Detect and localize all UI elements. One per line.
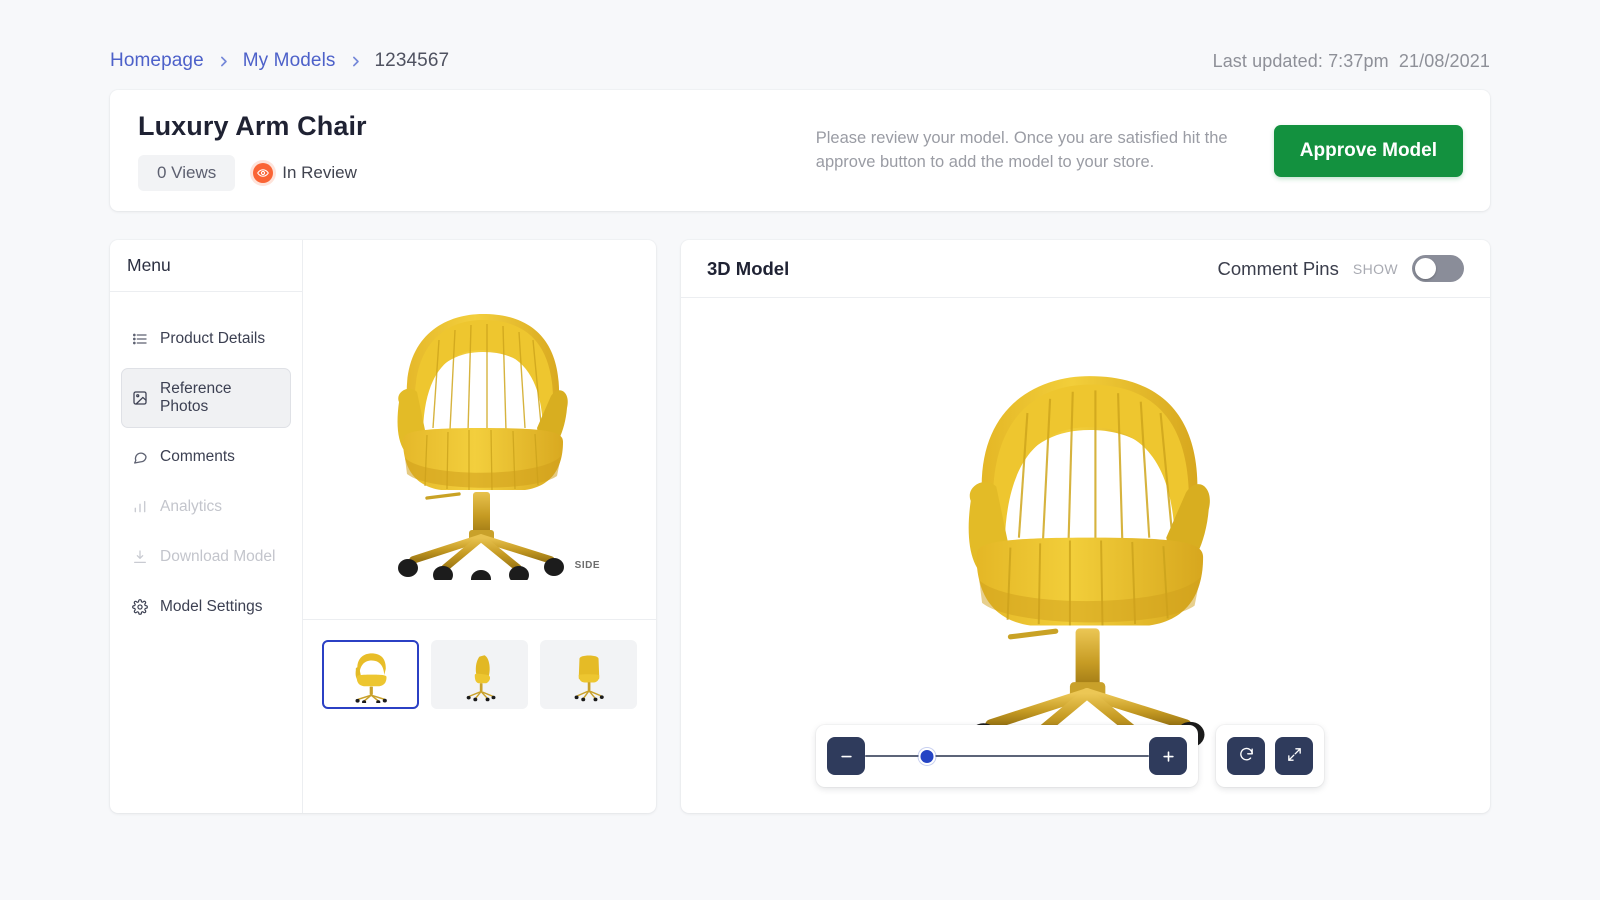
sidebar-item-model-settings[interactable]: Model Settings bbox=[121, 586, 291, 628]
model-viewer-card: 3D Model Comment Pins SHOW bbox=[681, 240, 1490, 813]
model-header-right: Please review your model. Once you are s… bbox=[815, 124, 1463, 177]
model-header-card: Luxury Arm Chair 0 Views In Review Pleas… bbox=[110, 90, 1490, 211]
image-icon bbox=[131, 390, 148, 407]
viewer-tools-group bbox=[1216, 725, 1324, 787]
chair-photo-image bbox=[397, 313, 568, 580]
breadcrumb-item-my-models[interactable]: My Models bbox=[243, 50, 336, 72]
photo-watermark: SIDE bbox=[574, 560, 600, 571]
sidebar: Menu Product Details Reference Photos Co… bbox=[110, 240, 303, 813]
chevron-right-icon-2 bbox=[349, 55, 362, 68]
zoom-slider-track bbox=[865, 755, 1149, 757]
list-icon bbox=[131, 331, 148, 348]
status-badge: In Review bbox=[253, 162, 357, 183]
breadcrumb: Homepage My Models 1234567 bbox=[110, 50, 449, 72]
comment-icon bbox=[131, 449, 148, 466]
reference-photo-main[interactable]: SIDE bbox=[303, 240, 656, 620]
sidebar-item-label: Product Details bbox=[160, 330, 266, 347]
eye-icon bbox=[253, 162, 274, 183]
breadcrumb-item-model-id: 1234567 bbox=[374, 50, 450, 71]
sidebar-heading: Menu bbox=[110, 240, 302, 292]
reset-view-button[interactable] bbox=[1227, 737, 1265, 775]
thumbnail-1[interactable] bbox=[322, 640, 419, 709]
download-icon bbox=[131, 549, 148, 566]
thumbnail-image-1 bbox=[355, 652, 387, 703]
model-3d-render bbox=[968, 376, 1210, 753]
sidebar-item-reference-photos[interactable]: Reference Photos bbox=[121, 368, 291, 428]
sidebar-item-label: Download Model bbox=[160, 548, 276, 565]
thumbnail-image-3 bbox=[574, 655, 604, 701]
top-bar: Homepage My Models 1234567 Last updated:… bbox=[110, 44, 1490, 78]
viewer-title: 3D Model bbox=[707, 257, 790, 279]
last-updated-text: Last updated: 7:37pm 21/08/2021 bbox=[1212, 50, 1490, 71]
zoom-slider-group bbox=[816, 725, 1198, 787]
sidebar-item-label: Comments bbox=[160, 448, 235, 465]
reference-photos-card: Menu Product Details Reference Photos Co… bbox=[110, 240, 656, 813]
sidebar-item-label: Model Settings bbox=[160, 598, 263, 615]
zoom-out-button[interactable] bbox=[827, 737, 865, 775]
model-meta-row: 0 Views In Review bbox=[138, 154, 367, 191]
thumbnail-image-2 bbox=[466, 654, 495, 701]
comment-pins-label: Comment Pins bbox=[1217, 257, 1339, 279]
reference-photo-thumbnails bbox=[303, 620, 656, 729]
comment-pins-toggle[interactable] bbox=[1412, 255, 1464, 282]
zoom-slider[interactable] bbox=[865, 737, 1149, 775]
thumbnail-3[interactable] bbox=[540, 640, 637, 709]
sidebar-item-download-model: Download Model bbox=[121, 536, 291, 578]
zoom-in-button[interactable] bbox=[1149, 737, 1187, 775]
sidebar-item-label: Analytics bbox=[160, 498, 223, 515]
page-title: Luxury Arm Chair bbox=[138, 110, 367, 141]
views-badge: 0 Views bbox=[138, 154, 236, 191]
breadcrumb-item-homepage[interactable]: Homepage bbox=[110, 50, 204, 72]
zoom-slider-thumb[interactable] bbox=[918, 747, 936, 765]
approve-model-button[interactable]: Approve Model bbox=[1273, 124, 1463, 177]
sidebar-menu-list: Product Details Reference Photos Comment… bbox=[110, 292, 302, 628]
reference-photo-panel: SIDE bbox=[303, 240, 656, 813]
viewer-controls bbox=[816, 725, 1324, 787]
model-header-left: Luxury Arm Chair 0 Views In Review bbox=[138, 111, 367, 191]
sidebar-item-label: Reference Photos bbox=[160, 380, 232, 415]
gear-icon bbox=[131, 599, 148, 616]
sidebar-item-product-details[interactable]: Product Details bbox=[121, 318, 291, 360]
comment-pins-control: Comment Pins SHOW bbox=[1218, 255, 1464, 282]
rotate-icon bbox=[1238, 746, 1255, 766]
fullscreen-button[interactable] bbox=[1275, 737, 1313, 775]
toggle-knob bbox=[1415, 258, 1436, 279]
viewer-header: 3D Model Comment Pins SHOW bbox=[681, 240, 1490, 298]
sidebar-item-analytics: Analytics bbox=[121, 486, 291, 528]
chevron-right-icon bbox=[217, 55, 230, 68]
review-instructions: Please review your model. Once you are s… bbox=[815, 128, 1228, 171]
thumbnail-2[interactable] bbox=[431, 640, 528, 709]
expand-icon bbox=[1286, 746, 1303, 766]
status-label: In Review bbox=[282, 162, 357, 182]
bar-chart-icon bbox=[131, 499, 148, 516]
viewer-canvas[interactable] bbox=[681, 298, 1490, 813]
comment-pins-state-label: SHOW bbox=[1352, 260, 1398, 277]
sidebar-item-comments[interactable]: Comments bbox=[121, 436, 291, 478]
app-root: Homepage My Models 1234567 Last updated:… bbox=[0, 0, 1600, 900]
